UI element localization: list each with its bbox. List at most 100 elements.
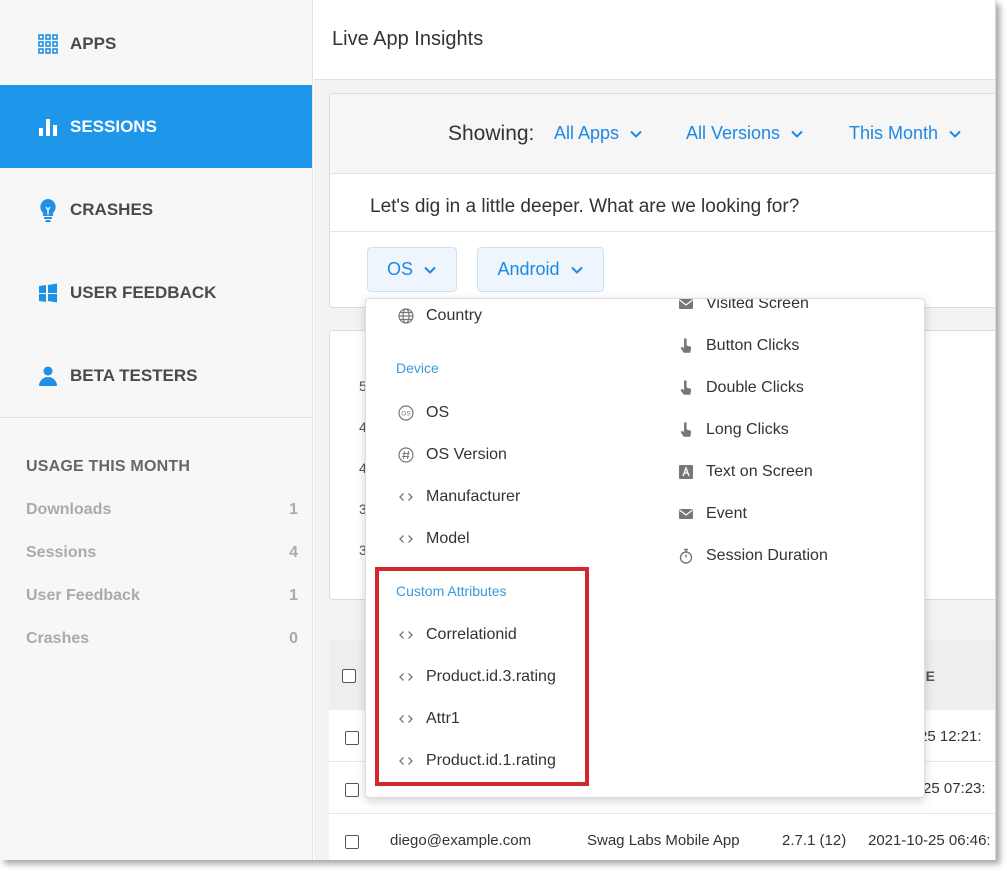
person-icon [37,365,59,387]
sidebar-item-label: USER FEEDBACK [70,282,217,302]
globe-icon [398,308,414,324]
code-icon [398,489,414,505]
versions-filter-dropdown[interactable]: All Versions [686,123,804,144]
showing-label: Showing: [448,122,535,145]
code-icon [398,627,414,643]
usage-value: 1 [289,501,298,518]
code-icon [398,711,414,727]
attribute-chip-label: OS [386,259,413,279]
menu-item-long-clicks[interactable]: Long Clicks [678,421,789,439]
device-section-title: Device [396,360,439,376]
menu-item-label: Event [706,505,747,522]
menu-item-session-duration[interactable]: Session Duration [678,547,828,565]
sidebar-divider [0,417,312,418]
menu-item-label: OS [426,404,450,421]
usage-label: User Feedback [26,587,140,604]
stopwatch-icon [678,548,694,564]
apps-filter-dropdown[interactable]: All Apps [554,123,643,144]
usage-value: 4 [289,544,298,561]
tap-icon [678,422,694,438]
usage-label: Sessions [26,544,97,561]
menu-item-label: Text on Screen [706,463,813,480]
menu-item-product-id-3-rating[interactable]: Product.id.3.rating [398,668,556,686]
versions-filter-label: All Versions [686,123,781,143]
usage-title: USAGE THIS MONTH [26,458,191,475]
attribute-dropdown-menu: Country Device OS OS OS Version Manufact… [365,298,925,798]
sidebar-item-label: CRASHES [70,199,154,219]
usage-row-sessions: Sessions 4 [26,544,298,562]
sidebar-item-apps[interactable]: APPS [0,2,312,85]
menu-item-button-clicks[interactable]: Button Clicks [678,337,799,355]
filter-card: Showing: All Apps All Versions This Mont… [329,93,995,308]
menu-item-os[interactable]: OS OS [398,404,449,422]
usage-value: 1 [289,587,298,604]
page-title: Live App Insights [332,28,484,50]
menu-item-double-clicks[interactable]: Double Clicks [678,379,804,397]
sidebar-item-label: APPS [70,33,117,53]
attribute-chip[interactable]: OS [367,247,457,292]
svg-text:OS: OS [401,411,411,418]
menu-item-visited-screen[interactable]: Visited Screen [678,298,809,313]
menu-item-event[interactable]: Event [678,505,747,523]
menu-item-country[interactable]: Country [398,307,482,325]
grid-icon [37,33,59,55]
menu-item-label: Attr1 [426,710,460,727]
chevron-down-icon [630,130,642,138]
table-row[interactable]: diego@example.com Swag Labs Mobile App 2… [329,814,995,860]
menu-item-label: Session Duration [706,547,828,564]
envelope-icon [678,299,694,312]
usage-row-crashes: Crashes 0 [26,630,298,648]
menu-item-label: Correlationid [426,626,517,643]
row-checkbox[interactable] [345,731,359,745]
sidebar-item-label: BETA TESTERS [70,365,198,385]
value-chip-label: Android [497,259,560,279]
app-cell: Swag Labs Mobile App [587,832,740,849]
chevron-down-icon [949,130,961,138]
usage-row-downloads: Downloads 1 [26,501,298,519]
sidebar: APPS SESSIONS CRASHES USER FEEDBACK BETA… [0,0,313,860]
usage-value: 0 [289,630,298,647]
menu-item-label: OS Version [426,446,507,463]
text-box-icon [678,464,694,480]
app-window: APPS SESSIONS CRASHES USER FEEDBACK BETA… [0,0,996,860]
period-filter-dropdown[interactable]: This Month [849,123,962,144]
showing-bar: Showing: All Apps All Versions This Mont… [330,94,995,174]
custom-attributes-section-title: Custom Attributes [396,583,507,599]
lightbulb-icon [37,198,59,222]
tap-icon [678,338,694,354]
divider [330,231,995,232]
chevron-down-icon [424,266,436,274]
apps-filter-label: All Apps [554,123,620,143]
menu-item-product-id-1-rating[interactable]: Product.id.1.rating [398,752,556,770]
sidebar-item-crashes[interactable]: CRASHES [0,168,312,251]
period-filter-label: This Month [849,123,939,143]
menu-item-manufacturer[interactable]: Manufacturer [398,488,520,506]
time-cell: 25 07:23: [923,780,986,797]
code-icon [398,669,414,685]
menu-item-label: Visited Screen [706,298,809,312]
user-cell: diego@example.com [390,832,532,849]
menu-item-os-version[interactable]: OS Version [398,446,507,464]
select-all-checkbox[interactable] [342,669,356,683]
hash-icon [398,447,414,463]
row-checkbox[interactable] [345,835,359,849]
bar-chart-icon [37,116,59,138]
menu-item-attr1[interactable]: Attr1 [398,710,460,728]
sidebar-item-beta-testers[interactable]: BETA TESTERS [0,334,312,417]
menu-item-label: Model [426,530,470,547]
menu-item-text-on-screen[interactable]: Text on Screen [678,463,813,481]
tap-icon [678,380,694,396]
sidebar-item-user-feedback[interactable]: USER FEEDBACK [0,251,312,334]
row-checkbox[interactable] [345,783,359,797]
sidebar-item-sessions[interactable]: SESSIONS [0,85,312,168]
menu-item-correlationid[interactable]: Correlationid [398,626,517,644]
menu-item-model[interactable]: Model [398,530,470,548]
menu-item-label: Long Clicks [706,421,789,438]
value-chip[interactable]: Android [477,247,604,292]
chevron-down-icon [791,130,803,138]
code-icon [398,753,414,769]
windows-icon [37,282,59,304]
envelope-icon [678,506,694,522]
time-cell: 2021-10-25 06:46: [868,832,991,849]
menu-item-label: Double Clicks [706,379,804,396]
